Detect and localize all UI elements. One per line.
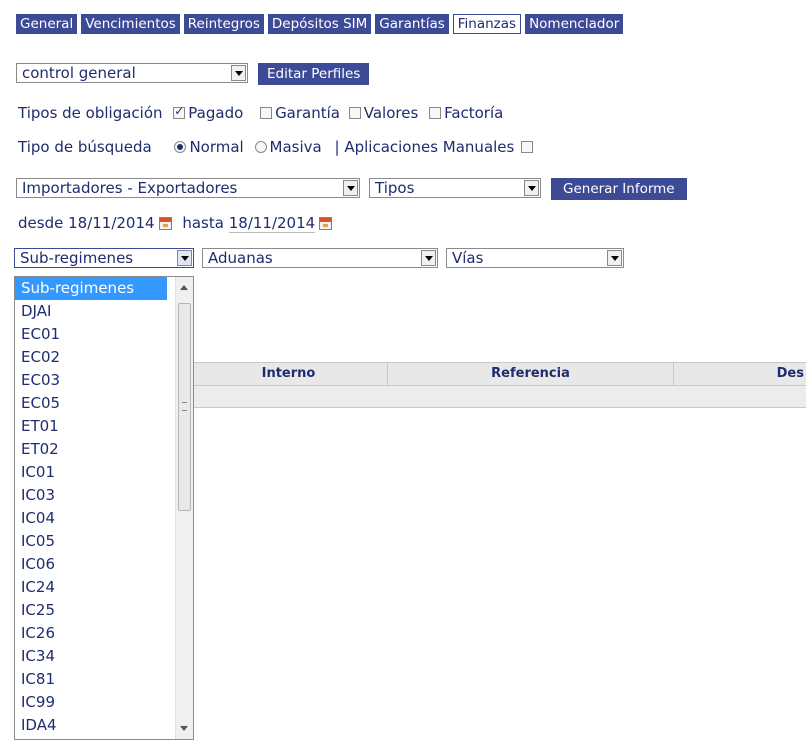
search-type-label: Tipo de búsqueda <box>18 138 152 156</box>
tab-bar: General Vencimientos Reintegros Depósito… <box>16 14 624 34</box>
calendar-icon[interactable] <box>158 217 172 230</box>
tab-nomenclador[interactable]: Nomenclador <box>525 14 624 34</box>
tab-vencimientos[interactable]: Vencimientos <box>81 14 180 34</box>
profile-select[interactable]: control general <box>16 63 248 83</box>
subregimenes-select-value: Sub-regimenes <box>20 249 134 267</box>
valores-label: Valores <box>363 104 419 122</box>
chevron-down-icon <box>607 250 622 266</box>
dropdown-scrollbar[interactable] <box>175 277 193 739</box>
list-item[interactable]: IC06 <box>15 553 167 576</box>
list-item[interactable]: IC34 <box>15 645 167 668</box>
tipos-select[interactable]: Tipos <box>369 178 541 198</box>
list-item[interactable]: IC03 <box>15 484 167 507</box>
obligation-label: Tipos de obligación <box>18 104 163 122</box>
list-item[interactable]: EC05 <box>15 392 167 415</box>
factoria-checkbox[interactable] <box>429 107 442 119</box>
list-item[interactable]: IC04 <box>15 507 167 530</box>
masiva-radio[interactable] <box>254 141 267 153</box>
vias-select-value: Vías <box>452 249 484 267</box>
pagado-label: Pagado <box>188 104 244 122</box>
masiva-label: Masiva <box>269 138 322 156</box>
pagado-option[interactable]: Pagado <box>173 104 243 122</box>
chevron-down-icon <box>177 250 192 266</box>
column-descripcion[interactable]: Des <box>674 363 806 385</box>
tab-general[interactable]: General <box>16 14 78 34</box>
garantia-checkbox[interactable] <box>260 107 273 119</box>
scroll-up-icon[interactable] <box>180 285 188 290</box>
column-interno[interactable]: Interno <box>190 363 388 385</box>
column-referencia[interactable]: Referencia <box>388 363 674 385</box>
importers-select-value: Importadores - Exportadores <box>22 179 238 197</box>
normal-label: Normal <box>189 138 244 156</box>
vias-select[interactable]: Vías <box>446 248 624 268</box>
search-type-row: Tipo de búsqueda Normal Masiva | Aplicac… <box>18 138 536 156</box>
factoria-label: Factoría <box>444 104 504 122</box>
separator: | <box>334 138 340 156</box>
manual-applications-checkbox[interactable] <box>521 141 534 153</box>
list-item[interactable]: IC26 <box>15 622 167 645</box>
list-item[interactable]: IC81 <box>15 668 167 691</box>
factoria-option[interactable]: Factoría <box>429 104 503 122</box>
generate-report-button[interactable]: Generar Informe <box>551 178 687 200</box>
list-item[interactable]: IC01 <box>15 461 167 484</box>
desde-date-field[interactable]: 18/11/2014 <box>68 214 154 232</box>
garantia-option[interactable]: Garantía <box>260 104 340 122</box>
pagado-checkbox[interactable] <box>173 104 186 119</box>
subregimenes-select[interactable]: Sub-regimenes <box>14 248 194 268</box>
aduanas-select-value: Aduanas <box>208 249 273 267</box>
list-item[interactable]: Sub-regimenes <box>15 277 167 300</box>
calendar-icon[interactable] <box>319 217 333 230</box>
list-item[interactable]: IC24 <box>15 576 167 599</box>
profile-select-value: control general <box>22 64 136 82</box>
hasta-date-field[interactable]: 18/11/2014 <box>228 214 316 233</box>
garantia-label: Garantía <box>275 104 340 122</box>
scroll-down-icon[interactable] <box>180 726 188 731</box>
results-table-header: Interno Referencia Des <box>190 362 806 386</box>
list-item[interactable]: IC25 <box>15 599 167 622</box>
tab-garantias[interactable]: Garantías <box>375 14 449 34</box>
normal-radio[interactable] <box>174 141 187 153</box>
list-item[interactable]: IC99 <box>15 691 167 714</box>
tab-depositos-sim[interactable]: Depósitos SIM <box>267 14 372 34</box>
date-row: desde 18/11/2014 hasta 18/11/2014 <box>18 214 333 233</box>
tab-reintegros[interactable]: Reintegros <box>183 14 264 34</box>
chevron-down-icon <box>421 250 436 266</box>
hasta-label: hasta <box>182 214 224 232</box>
list-item[interactable]: EC03 <box>15 369 167 392</box>
desde-label: desde <box>18 214 64 232</box>
manual-applications-label: Aplicaciones Manuales <box>344 138 515 156</box>
masiva-option[interactable]: Masiva <box>254 138 322 156</box>
valores-option[interactable]: Valores <box>348 104 419 122</box>
subregimenes-dropdown-list[interactable]: Sub-regimenes DJAI EC01 EC02 EC03 EC05 E… <box>14 276 194 740</box>
normal-option[interactable]: Normal <box>174 138 244 156</box>
scroll-thumb[interactable] <box>178 303 191 511</box>
table-row <box>190 386 806 408</box>
list-item[interactable]: IC05 <box>15 530 167 553</box>
importers-select[interactable]: Importadores - Exportadores <box>16 178 360 198</box>
chevron-down-icon <box>231 65 246 81</box>
valores-checkbox[interactable] <box>348 107 361 119</box>
obligation-row: Tipos de obligación Pagado Garantía Valo… <box>18 104 503 122</box>
list-item[interactable]: EC01 <box>15 323 167 346</box>
list-item[interactable]: DJAI <box>15 300 167 323</box>
tipos-select-value: Tipos <box>375 179 415 197</box>
list-item[interactable]: ET01 <box>15 415 167 438</box>
list-item[interactable]: ET02 <box>15 438 167 461</box>
list-item[interactable]: EC02 <box>15 346 167 369</box>
chevron-down-icon <box>524 180 539 196</box>
aduanas-select[interactable]: Aduanas <box>202 248 438 268</box>
chevron-down-icon <box>343 180 358 196</box>
list-item[interactable]: IDA4 <box>15 714 167 737</box>
tab-finanzas[interactable]: Finanzas <box>452 14 522 34</box>
edit-profiles-button[interactable]: Editar Perfiles <box>258 63 370 85</box>
dropdown-items: Sub-regimenes DJAI EC01 EC02 EC03 EC05 E… <box>15 277 193 737</box>
